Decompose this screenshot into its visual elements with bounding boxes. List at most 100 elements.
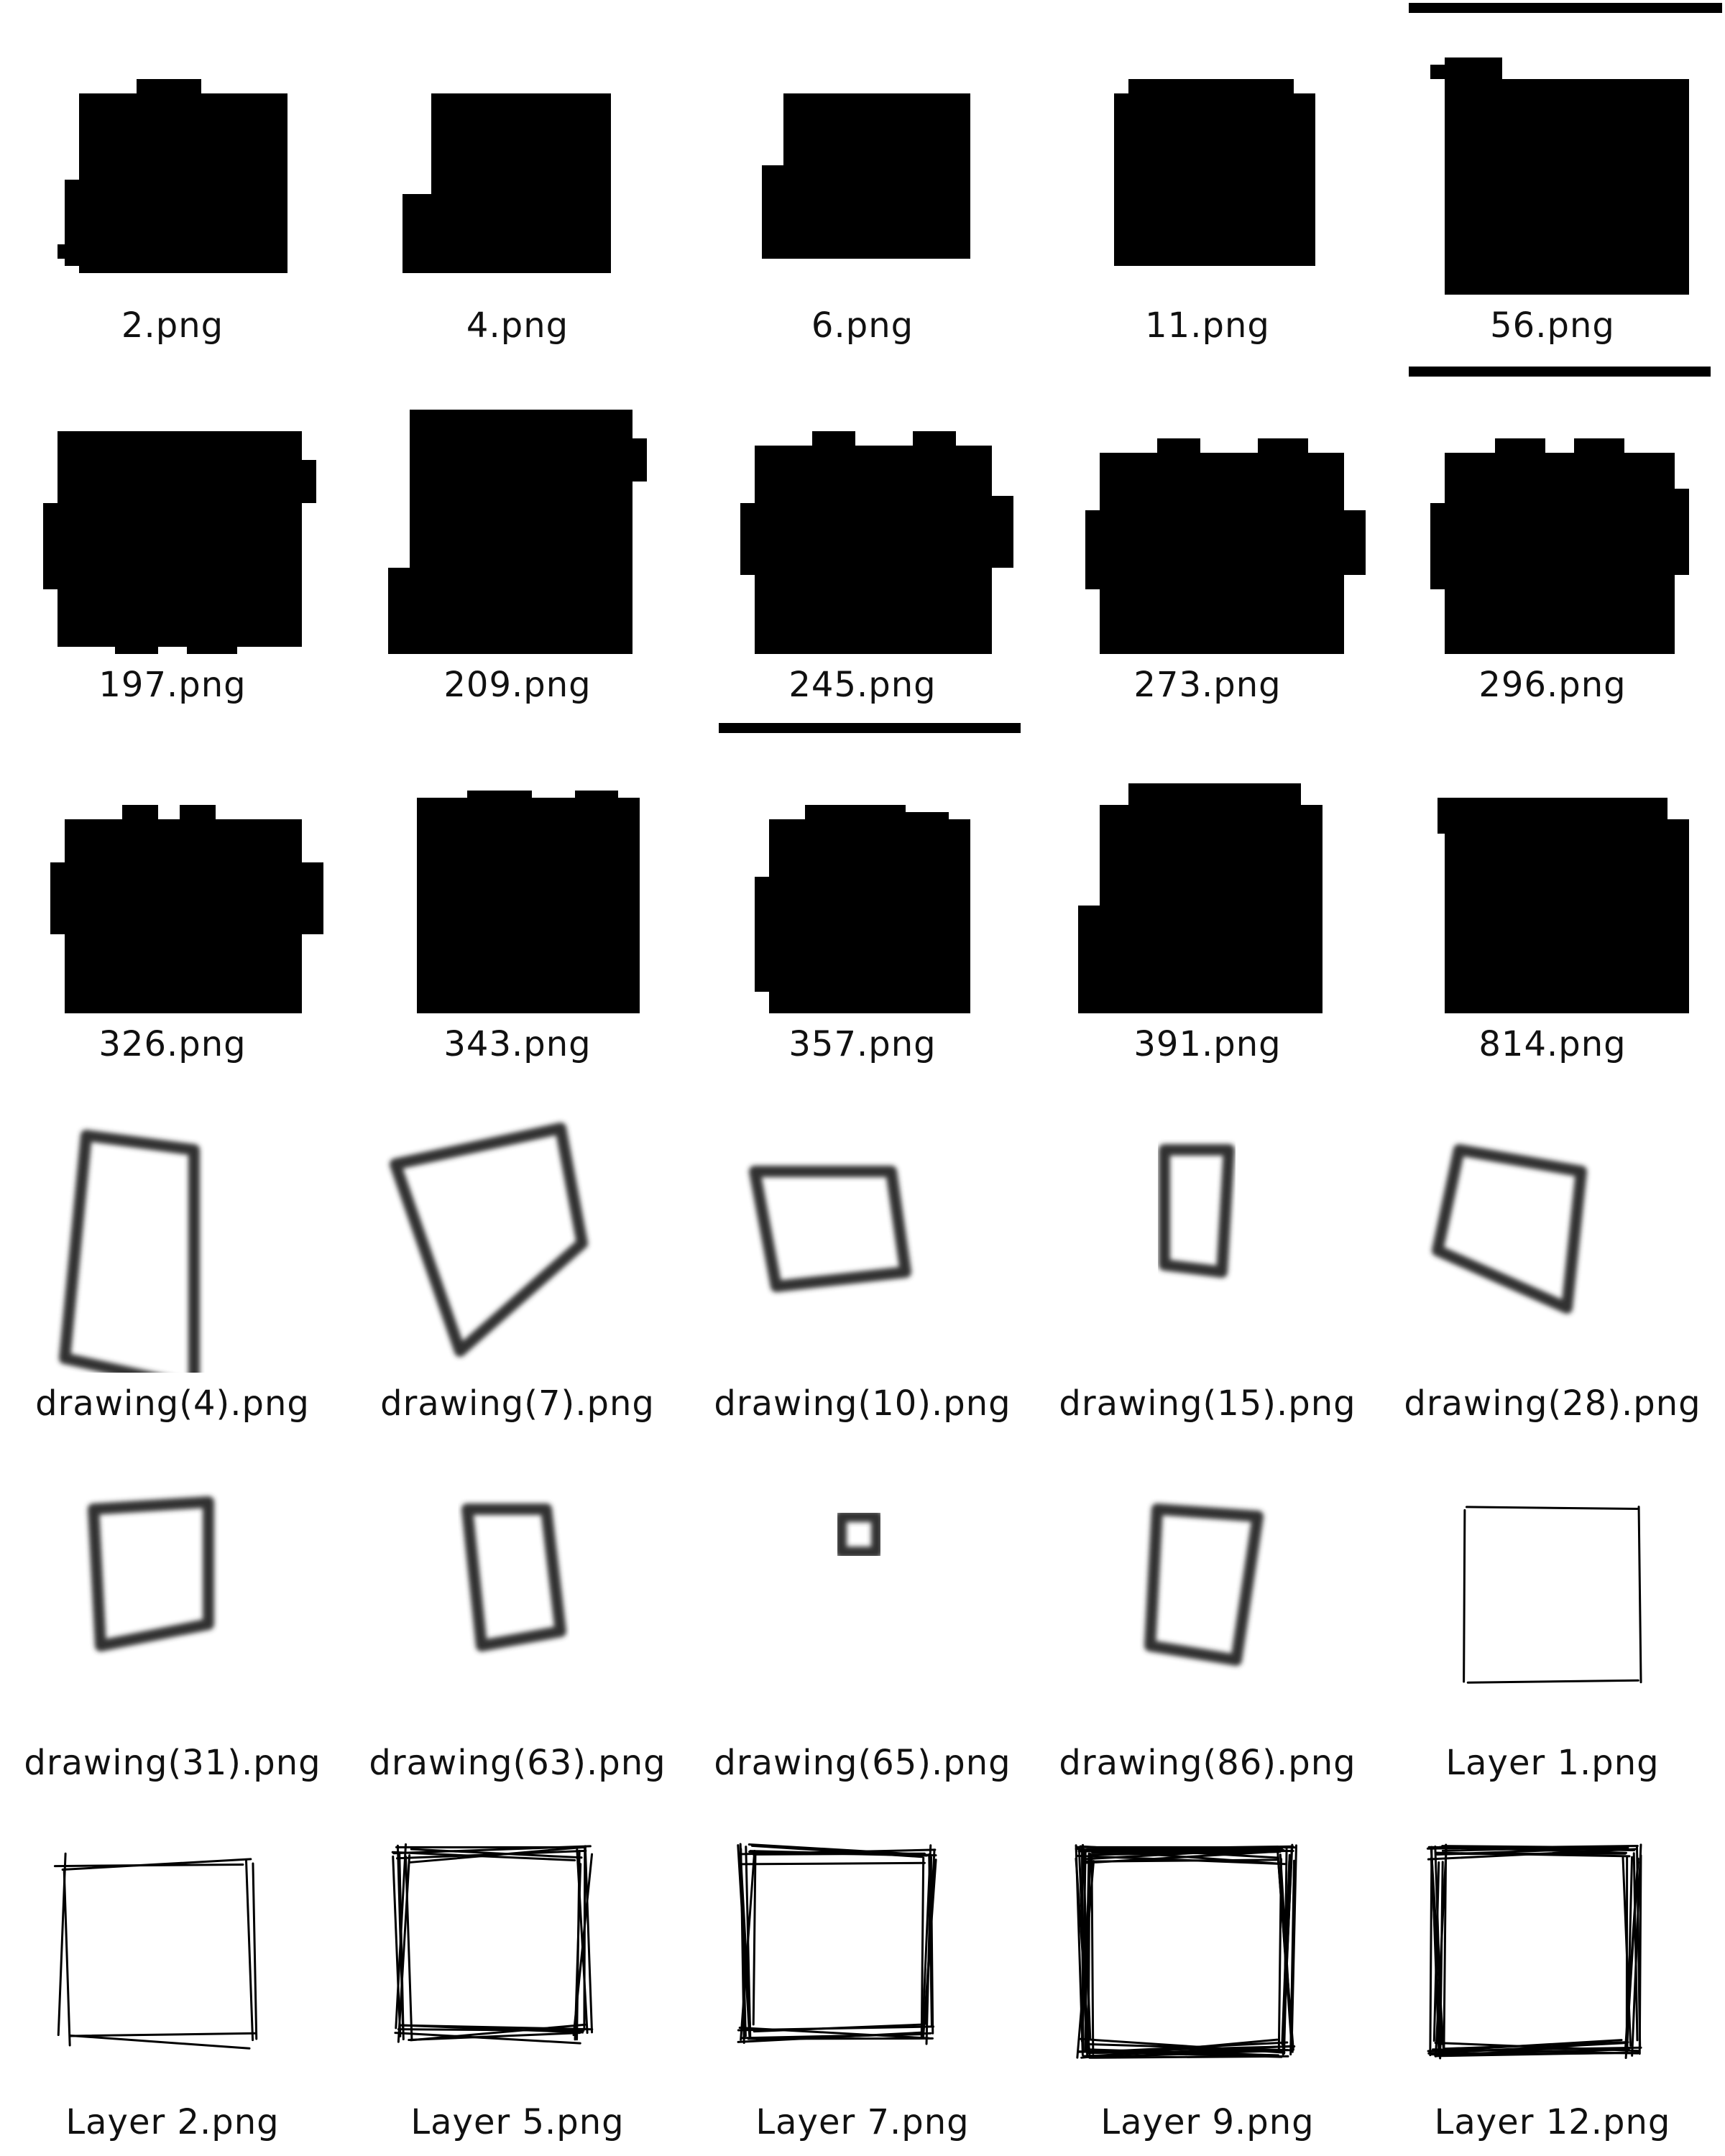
outline-square-image <box>461 1503 566 1651</box>
thumbnail-image[interactable] <box>359 1804 676 2091</box>
thumbnail-image[interactable] <box>359 1085 676 1373</box>
divider-rule <box>719 723 1021 733</box>
thumbnail-image[interactable] <box>14 1085 331 1373</box>
thumbnail-cell[interactable]: 11.png <box>1035 0 1380 359</box>
thumbnail-image[interactable] <box>359 1445 676 1732</box>
thumbnail-image[interactable] <box>1049 1804 1366 2091</box>
thumbnail-cell[interactable]: 296.png <box>1380 359 1725 719</box>
thumbnail-image[interactable] <box>1394 1445 1711 1732</box>
blob-square-image <box>755 805 970 1013</box>
thumbnail-cell[interactable]: drawing(7).png <box>345 1078 690 1437</box>
thumbnail-image[interactable] <box>14 726 331 1013</box>
blob-fragment <box>1128 79 1294 101</box>
blob-shape <box>58 431 302 647</box>
thumbnail-image[interactable] <box>1049 1085 1366 1373</box>
outline-square-image <box>59 1130 200 1373</box>
blob-fragment <box>467 410 510 424</box>
thumbnail-cell[interactable]: drawing(31).png <box>0 1437 345 1797</box>
thumbnail-filename: drawing(10).png <box>714 1383 1011 1424</box>
thumbnail-image[interactable] <box>1394 367 1711 654</box>
thumbnail-image[interactable] <box>1049 367 1366 654</box>
blob-fragment <box>1128 783 1301 812</box>
blob-square-image <box>1114 79 1315 266</box>
thumbnail-image[interactable] <box>1049 7 1366 295</box>
thumbnail-cell[interactable]: drawing(15).png <box>1035 1078 1380 1437</box>
thumbnail-image[interactable] <box>1049 1445 1366 1732</box>
blob-square-image <box>1430 57 1689 295</box>
sketch-stroke <box>752 1851 757 2026</box>
sketch-stroke <box>70 2032 257 2037</box>
thumbnail-filename: 326.png <box>98 1024 247 1064</box>
blob-shape <box>1445 79 1689 295</box>
thumbnail-cell[interactable]: 56.png <box>1380 0 1725 359</box>
thumbnail-cell[interactable]: drawing(28).png <box>1380 1078 1725 1437</box>
divider-rule <box>1409 3 1722 13</box>
outline-square-shape <box>59 1130 200 1373</box>
thumbnail-cell[interactable]: Layer 12.png <box>1380 1797 1725 2156</box>
outline-square-image <box>1144 1503 1264 1666</box>
thumbnail-cell[interactable]: drawing(10).png <box>690 1078 1035 1437</box>
thumbnail-filename: 343.png <box>443 1024 592 1064</box>
thumbnail-image[interactable] <box>1394 1085 1711 1373</box>
thumbnail-image[interactable] <box>1394 726 1711 1013</box>
outline-square-image <box>1159 1144 1235 1278</box>
thumbnail-cell[interactable]: Layer 1.png <box>1380 1437 1725 1797</box>
thumbnail-image[interactable] <box>1394 1804 1711 2091</box>
thumbnail-image[interactable] <box>359 726 676 1013</box>
thumbnail-image[interactable] <box>704 7 1021 295</box>
thumbnail-cell[interactable]: 245.png <box>690 359 1035 719</box>
thumbnail-image[interactable] <box>704 726 1021 1013</box>
thumbnail-filename: Layer 1.png <box>1445 1743 1660 1783</box>
thumbnail-filename: 814.png <box>1478 1024 1627 1064</box>
thumbnail-image[interactable] <box>14 1445 331 1732</box>
thumbnail-filename: drawing(4).png <box>35 1383 310 1424</box>
thumbnail-cell[interactable]: drawing(63).png <box>345 1437 690 1797</box>
thumbnail-image[interactable] <box>1049 726 1366 1013</box>
thumbnail-cell[interactable]: 209.png <box>345 359 690 719</box>
thumbnail-image[interactable] <box>704 367 1021 654</box>
thumbnail-cell[interactable]: Layer 5.png <box>345 1797 690 2156</box>
thumbnail-image[interactable] <box>14 367 331 654</box>
thumbnail-image[interactable] <box>359 367 676 654</box>
sketch-square-image <box>1426 1843 1642 2060</box>
thumbnail-cell[interactable]: 4.png <box>345 0 690 359</box>
thumbnail-cell[interactable]: Layer 2.png <box>0 1797 345 2156</box>
thumbnail-cell[interactable]: 273.png <box>1035 359 1380 719</box>
thumbnail-cell[interactable]: drawing(65).png <box>690 1437 1035 1797</box>
thumbnail-cell[interactable]: 326.png <box>0 719 345 1078</box>
thumbnail-cell[interactable]: drawing(86).png <box>1035 1437 1380 1797</box>
thumbnail-image[interactable] <box>704 1445 1021 1732</box>
thumbnail-image[interactable] <box>359 7 676 295</box>
thumbnail-image[interactable] <box>14 1804 331 2091</box>
thumbnail-image[interactable] <box>704 1804 1021 2091</box>
thumbnail-filename: drawing(86).png <box>1059 1743 1356 1783</box>
blob-shape <box>65 819 302 1013</box>
thumbnail-cell[interactable]: drawing(4).png <box>0 1078 345 1437</box>
thumbnail-filename: 245.png <box>788 665 937 705</box>
thumbnail-image[interactable] <box>14 7 331 295</box>
sketch-square-image <box>1463 1506 1642 1684</box>
thumbnail-cell[interactable]: 357.png <box>690 719 1035 1078</box>
thumbnail-cell[interactable]: 197.png <box>0 359 345 719</box>
thumbnail-image[interactable] <box>1394 7 1711 295</box>
thumbnail-cell[interactable]: 343.png <box>345 719 690 1078</box>
thumbnail-cell[interactable]: Layer 7.png <box>690 1797 1035 2156</box>
sketch-stroke <box>53 1864 244 1868</box>
thumbnail-cell[interactable]: Layer 9.png <box>1035 1797 1380 2156</box>
blob-square-image <box>58 79 288 273</box>
blob-fragment <box>805 805 906 826</box>
blob-fragment <box>302 460 316 503</box>
thumbnail-cell[interactable]: 814.png <box>1380 719 1725 1078</box>
sketch-stroke <box>1637 1506 1642 1684</box>
blob-fragment <box>1258 438 1308 460</box>
thumbnail-cell[interactable]: 6.png <box>690 0 1035 359</box>
thumbnail-filename: 273.png <box>1133 665 1282 705</box>
blob-fragment <box>740 503 762 575</box>
blob-shape <box>410 410 632 654</box>
blob-shape <box>431 93 611 273</box>
blob-square-image <box>50 805 323 1013</box>
thumbnail-cell[interactable]: 391.png <box>1035 719 1380 1078</box>
thumbnail-filename: Layer 12.png <box>1434 2102 1671 2142</box>
thumbnail-cell[interactable]: 2.png <box>0 0 345 359</box>
thumbnail-image[interactable] <box>704 1085 1021 1373</box>
